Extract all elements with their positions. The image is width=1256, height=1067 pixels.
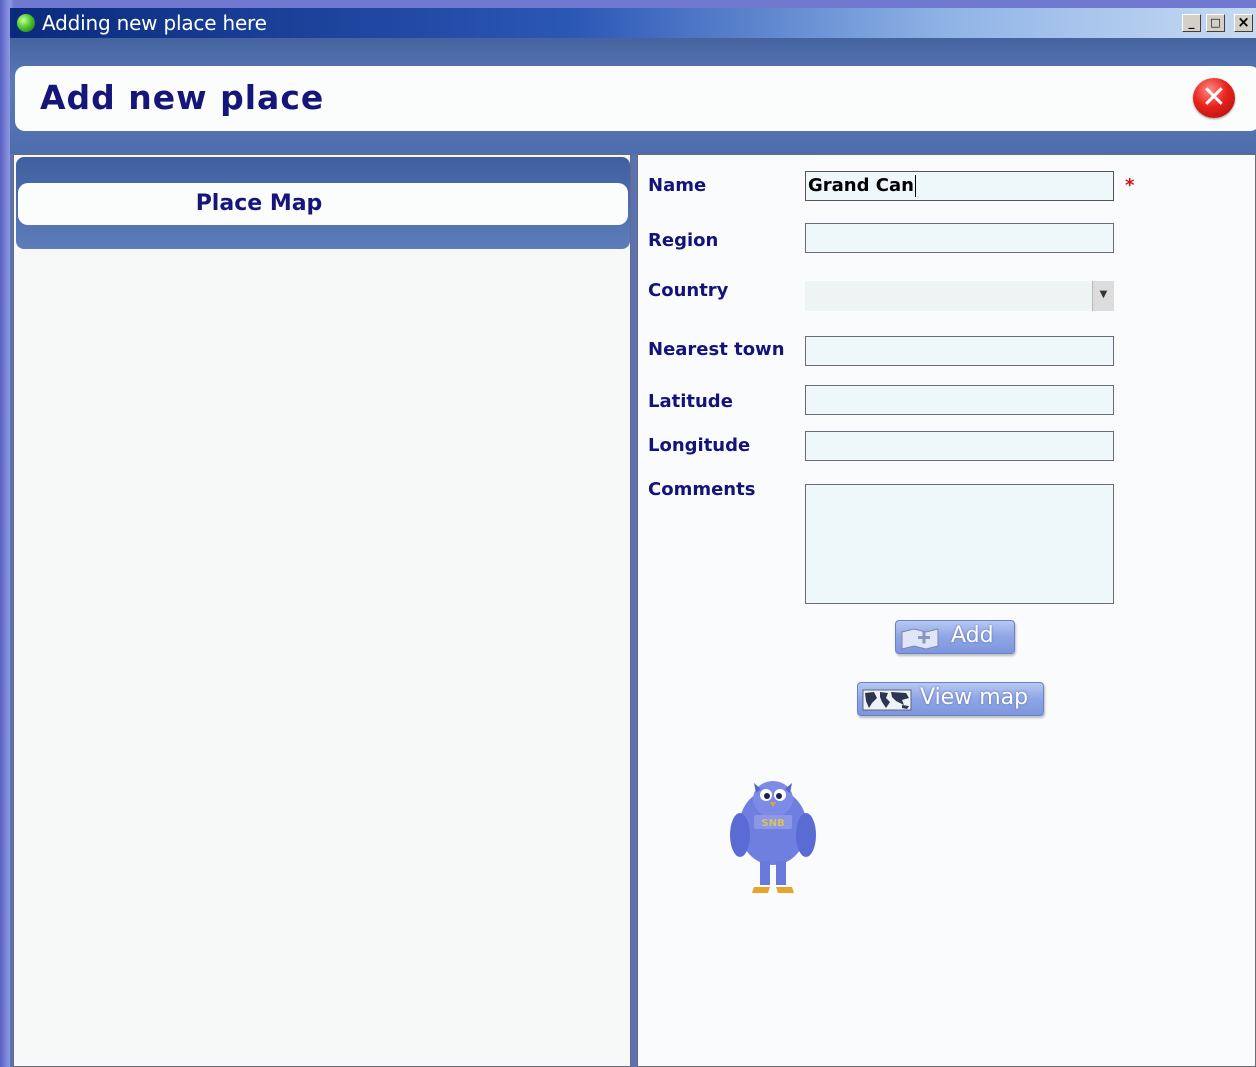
- name-field[interactable]: Grand Can: [805, 171, 1114, 201]
- add-button-label: Add: [951, 623, 994, 648]
- text-caret: [914, 175, 916, 197]
- add-button[interactable]: Add: [895, 620, 1015, 654]
- app-orb-icon: [17, 14, 35, 32]
- nearest-town-field[interactable]: [805, 336, 1114, 366]
- comments-label: Comments: [648, 479, 756, 500]
- required-marker: *: [1125, 175, 1135, 196]
- country-label: Country: [648, 280, 729, 301]
- name-field-value: Grand Can: [808, 175, 914, 196]
- title-bar[interactable]: Adding new place here _ □ ×: [10, 8, 1256, 38]
- minimize-button[interactable]: _: [1182, 14, 1201, 32]
- chevron-down-icon[interactable]: ▼: [1092, 281, 1114, 311]
- app-window: Adding new place here _ □ × Add new plac…: [10, 8, 1256, 1067]
- region-label: Region: [648, 230, 719, 251]
- longitude-label: Longitude: [648, 435, 751, 456]
- window-title: Adding new place here: [42, 11, 267, 35]
- latitude-field[interactable]: [805, 385, 1114, 415]
- svg-text:SNB: SNB: [761, 818, 784, 829]
- view-map-button-label: View map: [920, 685, 1029, 710]
- add-place-icon: [901, 628, 939, 650]
- world-map-icon: [862, 689, 912, 711]
- page-title: Add new place: [40, 78, 325, 117]
- nearest-town-label: Nearest town: [648, 339, 785, 360]
- close-circle-icon[interactable]: ✕: [1193, 78, 1235, 118]
- maximize-button[interactable]: □: [1206, 14, 1225, 32]
- place-form: Name Grand Can * Region Country ▼ Neares…: [637, 154, 1256, 1067]
- region-field[interactable]: [805, 223, 1114, 253]
- name-label: Name: [648, 175, 707, 196]
- close-window-button[interactable]: ×: [1234, 14, 1253, 32]
- map-tab-band: Place Map: [16, 157, 630, 249]
- view-map-button[interactable]: View map: [857, 682, 1044, 716]
- tab-place-map[interactable]: Place Map: [16, 191, 502, 216]
- longitude-field[interactable]: [805, 431, 1114, 461]
- comments-textarea[interactable]: [805, 484, 1114, 604]
- country-select[interactable]: ▼: [805, 281, 1114, 311]
- owl-mascot-icon: SNB: [730, 781, 816, 893]
- place-map-panel: Place Map: [13, 154, 631, 1067]
- latitude-label: Latitude: [648, 391, 733, 412]
